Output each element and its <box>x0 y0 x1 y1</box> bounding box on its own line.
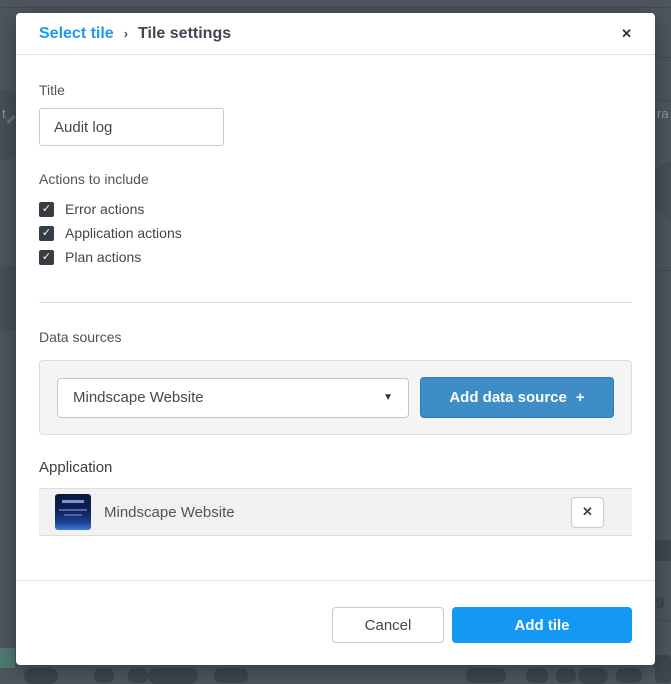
add-data-source-button-label: Add data source <box>449 389 567 406</box>
modal-body: Title Actions to include ✓ Error actions… <box>16 55 655 476</box>
caret-down-icon: ▼ <box>383 392 393 403</box>
actions-to-include-label: Actions to include <box>39 171 632 187</box>
application-list-item: Mindscape Website ✕ <box>39 488 632 536</box>
application-name: Mindscape Website <box>104 504 235 521</box>
background-shape <box>526 668 548 683</box>
chevron-right-icon: › <box>124 26 128 41</box>
background-shape <box>24 668 58 684</box>
background-shape <box>148 668 198 684</box>
remove-x-icon: ✕ <box>582 504 593 520</box>
checkbox-checked-icon[interactable]: ✓ <box>39 226 54 241</box>
checkbox-row-error-actions[interactable]: ✓ Error actions <box>39 201 632 217</box>
application-thumbnail <box>55 494 91 530</box>
breadcrumb-select-tile-link[interactable]: Select tile <box>39 25 114 43</box>
data-sources-label: Data sources <box>39 329 632 345</box>
background-row-line <box>0 100 16 101</box>
add-tile-button[interactable]: Add tile <box>452 607 632 643</box>
background-block <box>655 540 671 561</box>
data-sources-panel: Mindscape Website ▼ Add data source + <box>39 360 632 435</box>
background-shape <box>578 668 608 684</box>
checkbox-checked-icon[interactable]: ✓ <box>39 250 54 265</box>
actions-checkbox-group: ✓ Error actions ✓ Application actions ✓ … <box>39 201 632 265</box>
background-shape <box>466 668 506 683</box>
close-icon[interactable]: ✕ <box>621 27 632 40</box>
background-shape <box>214 668 248 683</box>
checkbox-label: Error actions <box>65 201 144 217</box>
background-row-line <box>655 620 671 621</box>
checkbox-row-application-actions[interactable]: ✓ Application actions <box>39 225 632 241</box>
data-source-select[interactable]: Mindscape Website ▼ <box>57 378 409 418</box>
checkbox-label: Plan actions <box>65 249 141 265</box>
background-shape <box>616 668 642 683</box>
background-clipped-text-right: g <box>656 592 665 608</box>
title-input[interactable] <box>39 108 224 146</box>
checkbox-row-plan-actions[interactable]: ✓ Plan actions <box>39 249 632 265</box>
checkbox-label: Application actions <box>65 225 182 241</box>
data-source-selected-value: Mindscape Website <box>73 389 204 406</box>
background-shape <box>94 668 114 683</box>
background-shape <box>556 668 576 683</box>
application-label: Application <box>39 459 632 476</box>
background-clipped-text-right: ra <box>657 106 669 121</box>
plus-icon: + <box>576 389 585 406</box>
background-teal-tile <box>0 648 15 668</box>
background-row-line <box>655 57 671 58</box>
background-row-line <box>655 270 671 271</box>
background-shape <box>128 668 148 683</box>
background-top-line <box>0 7 671 8</box>
checkbox-checked-icon[interactable]: ✓ <box>39 202 54 217</box>
modal-header: Select tile › Tile settings ✕ <box>16 13 655 55</box>
add-data-source-button[interactable]: Add data source + <box>420 377 614 418</box>
title-label: Title <box>39 82 632 98</box>
cancel-button[interactable]: Cancel <box>332 607 444 643</box>
background-row-line <box>655 100 671 101</box>
background-clipped-text-left: t <box>2 106 6 121</box>
section-divider <box>39 302 632 303</box>
tile-settings-modal: Select tile › Tile settings ✕ Title Acti… <box>16 13 655 665</box>
modal-footer: Cancel Add tile <box>16 581 655 665</box>
background-block <box>655 655 671 683</box>
modal-title: Tile settings <box>138 25 231 43</box>
remove-application-button[interactable]: ✕ <box>571 497 604 528</box>
